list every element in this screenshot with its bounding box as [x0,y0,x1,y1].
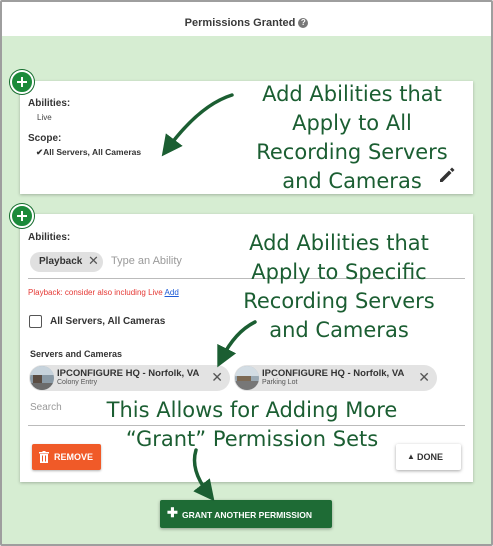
callout-all-servers: Add Abilities that Apply to All Recordin… [256,82,448,193]
abilities-value: Live [37,113,52,122]
done-button[interactable]: ▲ DONE [396,444,461,470]
ability-chip-playback[interactable]: Playback ✕ [30,252,103,272]
server-chip[interactable]: IPCONFIGURE HQ - Norfolk, VA Colony Entr… [29,365,230,391]
search-input[interactable]: Search [30,402,62,413]
add-live-link[interactable]: Add [165,288,179,297]
remove-button[interactable]: REMOVE [32,444,101,470]
server-chip[interactable]: IPCONFIGURE HQ - Norfolk, VA Parking Lot… [234,365,437,391]
camera-thumbnail [30,366,54,390]
abilities-label: Abilities: [28,232,71,243]
abilities-label: Abilities: [28,98,71,109]
all-servers-checkbox[interactable] [29,315,42,328]
help-icon[interactable]: ? [298,18,309,28]
header: Permissions Granted? [2,2,491,36]
scope-label: Scope: [28,133,62,144]
pencil-icon[interactable] [437,165,457,185]
close-icon[interactable]: ✕ [211,369,223,386]
plus-icon: ✚ [167,505,178,520]
trash-icon [39,451,49,463]
warning-text: Playback: consider also including Live A… [28,288,179,297]
scope-value: ✔All Servers, All Cameras [36,147,142,157]
add-icon[interactable] [10,204,34,228]
servers-label: Servers and Cameras [30,349,123,359]
close-icon[interactable]: ✕ [418,369,430,386]
camera-thumbnail [235,366,259,390]
callout-specific-servers: Add Abilities that Apply to Specific Rec… [243,231,435,342]
callout-grant-sets: This Allows for Adding More “Grant” Perm… [106,398,398,451]
caret-up-icon: ▲ [407,452,415,461]
checkbox-label: All Servers, All Cameras [50,316,166,327]
grant-another-permission-button[interactable]: ✚ GRANT ANOTHER PERMISSION [160,500,332,528]
add-icon[interactable] [10,70,34,94]
close-icon[interactable]: ✕ [88,253,99,269]
page-title: Permissions Granted? [2,17,491,29]
